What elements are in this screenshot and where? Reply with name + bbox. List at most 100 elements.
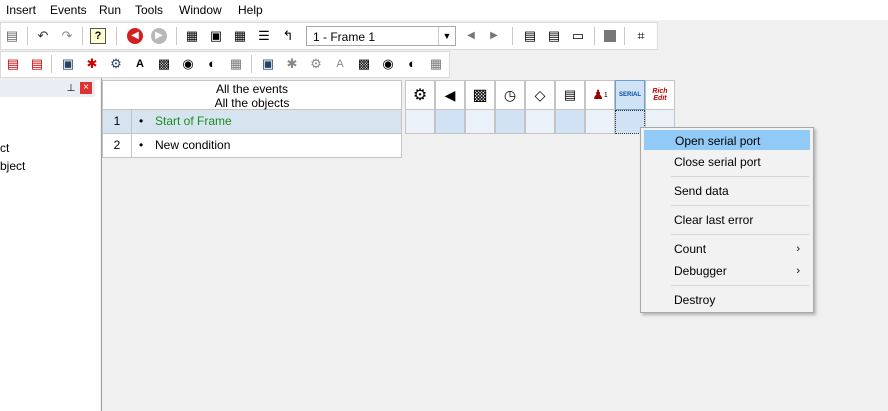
toolbar-separator xyxy=(27,27,28,45)
storyboard-editor-icon[interactable]: ▦ xyxy=(184,28,200,44)
menu-run[interactable]: Run xyxy=(99,3,121,17)
toolbar-separator xyxy=(82,27,83,45)
animation-icon[interactable]: ◉ xyxy=(180,56,196,72)
data-elements-icon[interactable]: ↰ xyxy=(280,28,296,44)
condition-text[interactable]: New condition xyxy=(155,134,230,157)
eye-icon[interactable]: ◐ xyxy=(204,56,220,72)
animation-alt-icon[interactable]: ◉ xyxy=(380,56,396,72)
back-icon[interactable]: ◀ xyxy=(127,28,143,44)
eye-alt-icon[interactable]: ◐ xyxy=(404,56,420,72)
action-cell[interactable] xyxy=(585,110,615,134)
help-icon[interactable]: ? xyxy=(90,28,106,44)
grid-icon[interactable]: ▦ xyxy=(228,56,244,72)
settings-grid-icon[interactable]: ⌗ xyxy=(633,28,649,44)
event-list-icon[interactable]: ☰ xyxy=(256,28,272,44)
pin-icon[interactable]: ⊥ xyxy=(63,81,79,97)
sprite-alt-icon[interactable]: ✱ xyxy=(284,56,300,72)
list-red-icon[interactable]: ▤ xyxy=(5,56,21,72)
toolbar-separator xyxy=(176,27,177,45)
menu-item-debugger[interactable]: Debugger › xyxy=(644,261,810,281)
context-menu: Open serial port Close serial port Send … xyxy=(640,127,814,313)
checker-alt-icon[interactable]: ▩ xyxy=(356,56,372,72)
storyboard-checker-icon[interactable]: ▩ xyxy=(465,80,495,110)
menu-item-send-data[interactable]: Send data xyxy=(644,181,810,201)
menu-events[interactable]: Events xyxy=(50,3,87,17)
table-row[interactable]: 2 • New condition xyxy=(102,134,402,158)
menu-help[interactable]: Help xyxy=(238,3,263,17)
action-cell[interactable] xyxy=(525,110,555,134)
row-bullet: • xyxy=(139,138,144,152)
new-condition-icon[interactable]: ▭ xyxy=(570,28,586,44)
menu-item-clear-last-error[interactable]: Clear last error xyxy=(644,210,810,230)
timer-icon[interactable]: ◷ xyxy=(495,80,525,110)
toolbar-separator xyxy=(624,27,625,45)
serial-object-icon[interactable]: SERIAL xyxy=(615,80,645,110)
menu-bar: Insert Events Run Tools Window Help xyxy=(0,0,888,20)
stop-icon[interactable] xyxy=(604,30,616,42)
menu-item-label: Close serial port xyxy=(674,155,761,169)
grid-alt-icon[interactable]: ▦ xyxy=(428,56,444,72)
row-number: 1 xyxy=(103,110,132,133)
menu-item-label: Count xyxy=(674,242,707,256)
action-cell[interactable] xyxy=(435,110,465,134)
active-object-icon[interactable]: ⚙ xyxy=(108,56,124,72)
action-cell[interactable] xyxy=(495,110,525,134)
menu-tools[interactable]: Tools xyxy=(135,3,163,17)
redo-icon[interactable]: ↷ xyxy=(59,28,75,44)
action-cell[interactable] xyxy=(465,110,495,134)
menu-item-label: Open serial port xyxy=(675,134,761,148)
close-icon[interactable]: × xyxy=(80,82,92,94)
checker-icon[interactable]: ▩ xyxy=(156,56,172,72)
keyboard-mouse-icon[interactable]: ▤ xyxy=(555,80,585,110)
active-object-alt-icon[interactable]: ⚙ xyxy=(308,56,324,72)
event-editor-icon[interactable]: ▦ xyxy=(232,28,248,44)
frame-select-value: 1 - Frame 1 xyxy=(313,30,376,44)
menu-item-count[interactable]: Count › xyxy=(644,239,810,259)
menu-item-label: Send data xyxy=(674,184,729,198)
action-cell[interactable] xyxy=(405,110,435,134)
rich-edit-object-icon[interactable]: Rich Edit xyxy=(645,80,675,110)
joystick-icon[interactable]: ♟ 1 xyxy=(585,80,615,110)
menu-item-open-serial-port[interactable]: Open serial port xyxy=(644,130,810,150)
string-object-alt-icon[interactable]: A xyxy=(332,56,348,72)
action-cell[interactable] xyxy=(555,110,585,134)
speaker-icon[interactable]: ◀ xyxy=(435,80,465,110)
menu-separator xyxy=(671,234,809,235)
menu-item-close-serial-port[interactable]: Close serial port xyxy=(644,152,810,172)
player-number: 1 xyxy=(603,91,608,99)
undo-icon[interactable]: ↶ xyxy=(35,28,51,44)
table-row[interactable]: 1 • Start of Frame xyxy=(102,110,402,134)
menu-separator xyxy=(671,285,809,286)
list-red-alt-icon[interactable]: ▤ xyxy=(29,56,45,72)
tree-item[interactable]: bject xyxy=(0,159,25,173)
row-number: 2 xyxy=(103,134,132,157)
condition-text[interactable]: Start of Frame xyxy=(155,110,232,133)
document-icon[interactable]: ▤ xyxy=(4,28,20,44)
insert-group-icon[interactable]: ▤ xyxy=(546,28,562,44)
frame-editor-icon[interactable]: ▣ xyxy=(208,28,224,44)
chevron-down-icon[interactable]: ▼ xyxy=(438,27,455,45)
chevron-right-icon: › xyxy=(796,243,800,255)
tree-item[interactable]: ct xyxy=(0,141,9,155)
system-object-icon[interactable]: ⚙ xyxy=(405,80,435,110)
menu-separator xyxy=(671,205,809,206)
monitor-alt-icon[interactable]: ▣ xyxy=(260,56,276,72)
forward-icon[interactable]: ▶ xyxy=(151,28,167,44)
menu-insert[interactable]: Insert xyxy=(6,3,36,17)
rich-edit-label-1: Rich xyxy=(652,88,668,95)
chevron-right-icon: › xyxy=(796,265,800,277)
header-line-objects: All the objects xyxy=(214,96,290,110)
monitor-icon[interactable]: ▣ xyxy=(60,56,76,72)
string-object-icon[interactable]: A xyxy=(132,56,148,72)
insert-comment-icon[interactable]: ▤ xyxy=(522,28,538,44)
event-grid-header: All the events All the objects xyxy=(102,80,402,110)
header-line-events: All the events xyxy=(215,82,289,96)
frame-select[interactable]: 1 - Frame 1 ▼ xyxy=(306,26,456,46)
previous-frame-icon[interactable]: ◀ xyxy=(463,28,479,44)
next-frame-icon[interactable]: ▶ xyxy=(486,28,502,44)
menu-item-destroy[interactable]: Destroy xyxy=(644,290,810,310)
menu-window[interactable]: Window xyxy=(179,3,222,17)
toolbar-separator xyxy=(51,55,52,73)
create-object-icon[interactable]: ◇ xyxy=(525,80,555,110)
sprite-icon[interactable]: ✱ xyxy=(84,56,100,72)
